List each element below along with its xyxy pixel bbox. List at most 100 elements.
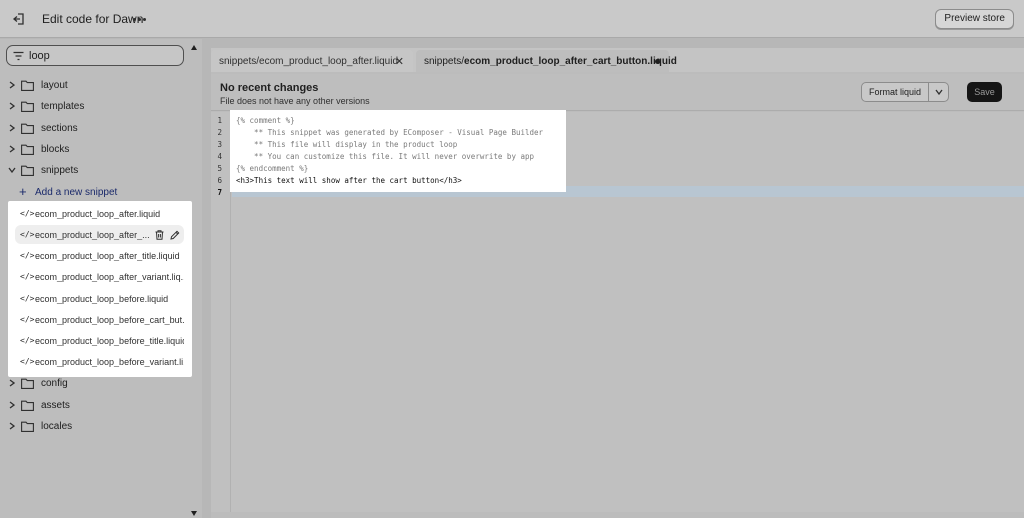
code-line: ** This snippet was generated by ECompos…: [236, 128, 544, 137]
snippet-item[interactable]: </> ecom_product_loop_before_title.liqui…: [15, 331, 184, 350]
chevron-right-icon: [8, 401, 16, 409]
folder-open-icon: [21, 165, 34, 176]
line-number: 6: [217, 176, 222, 185]
code-editor[interactable]: 1 2 3 4 5 6 7 {% comment %} ** This snip…: [211, 110, 1024, 512]
snippet-label: ecom_product_loop_before_title.liquid: [35, 335, 184, 346]
folder-label: assets: [41, 399, 70, 411]
line-number: 5: [217, 164, 222, 173]
scroll-down-arrow-icon[interactable]: [191, 511, 197, 516]
folder-assets[interactable]: assets: [0, 396, 200, 414]
trash-icon[interactable]: [154, 229, 164, 240]
line-number: 4: [217, 152, 222, 161]
snippet-item[interactable]: </> ecom_product_loop_after_variant.liq.…: [15, 267, 184, 286]
chevron-right-icon: [8, 124, 16, 132]
more-horizontal-icon[interactable]: [130, 11, 148, 27]
code-line: {% comment %}: [236, 116, 295, 125]
line-number: 1: [217, 116, 222, 125]
snippet-item[interactable]: </> ecom_product_loop_after_title.liquid: [15, 246, 184, 265]
tab-bar: snippets/ecom_product_loop_after.liquid …: [211, 48, 1024, 72]
folder-icon: [21, 144, 34, 155]
folder-icon: [21, 80, 34, 91]
folder-label: sections: [41, 122, 78, 134]
chevron-right-icon: [8, 379, 16, 387]
code-file-icon: </>: [20, 230, 35, 239]
tab-ecom-product-loop-after-cart-button[interactable]: snippets/ecom_product_loop_after_cart_bu…: [416, 50, 677, 72]
editor-pane: snippets/ecom_product_loop_after.liquid …: [211, 48, 1024, 518]
snippet-label: ecom_product_loop_after_variant.liq...: [35, 271, 184, 282]
code-file-icon: </>: [20, 315, 35, 324]
pencil-icon[interactable]: [170, 229, 180, 240]
snippet-label: ecom_product_loop_after_title.liquid: [35, 250, 180, 261]
line-number: 2: [217, 128, 222, 137]
chevron-right-icon: [8, 102, 16, 110]
snippet-item[interactable]: </> ecom_product_loop_before_cart_but...: [15, 310, 184, 329]
snippet-item[interactable]: </> ecom_product_loop_after.liquid: [15, 204, 184, 223]
add-snippet-link[interactable]: + Add a new snippet: [19, 185, 117, 199]
folder-layout[interactable]: layout: [0, 76, 200, 94]
tab-label: snippets/ecom_product_loop_after.liquid: [219, 55, 399, 67]
code-file-icon: </>: [20, 294, 35, 303]
code-line: <h3>This text will show after the cart b…: [236, 176, 462, 185]
folder-label: snippets: [41, 164, 79, 176]
tab-label-prefix: snippets/: [424, 55, 465, 67]
scroll-up-arrow-icon[interactable]: [191, 45, 197, 50]
code-line: ** You can customize this file. It will …: [236, 152, 535, 161]
code-line: {% endcomment %}: [236, 164, 309, 173]
search-input[interactable]: [29, 48, 179, 63]
folder-label: config: [41, 377, 68, 389]
version-status-subtitle: File does not have any other versions: [220, 96, 370, 106]
exit-icon[interactable]: [10, 10, 28, 28]
folder-snippets[interactable]: snippets: [0, 161, 200, 179]
version-status-title: No recent changes: [220, 82, 319, 94]
folder-sections[interactable]: sections: [0, 119, 200, 137]
code-line: ** This file will display in the product…: [236, 140, 458, 149]
chevron-right-icon: [8, 145, 16, 153]
snippet-item[interactable]: </> ecom_product_loop_before_variant.li.…: [15, 352, 184, 371]
folder-label: templates: [41, 100, 85, 112]
line-number: 3: [217, 140, 222, 149]
unsaved-dot-icon: [655, 59, 660, 64]
line-number-gutter: 1 2 3 4 5 6 7: [211, 112, 231, 512]
folder-templates[interactable]: templates: [0, 97, 200, 115]
add-snippet-label: Add a new snippet: [35, 186, 118, 198]
format-liquid-button[interactable]: Format liquid: [861, 82, 950, 102]
plus-icon: +: [19, 184, 27, 199]
snippet-item-active[interactable]: </> ecom_product_loop_after_...: [15, 225, 184, 244]
snippet-label: ecom_product_loop_before_cart_but...: [35, 314, 184, 325]
snippet-label: ecom_product_loop_after_...: [35, 229, 150, 240]
folder-label: locales: [41, 420, 73, 432]
snippet-label: ecom_product_loop_before_variant.li...: [35, 356, 184, 367]
folder-icon: [21, 400, 34, 411]
editor-header: No recent changes File does not have any…: [211, 74, 1024, 111]
code-file-icon: </>: [20, 251, 35, 260]
chevron-down-icon[interactable]: [928, 83, 948, 101]
chevron-down-icon: [8, 166, 16, 174]
folder-icon: [21, 421, 34, 432]
folder-icon: [21, 123, 34, 134]
close-icon[interactable]: ✕: [395, 55, 404, 68]
preview-store-button[interactable]: Preview store: [935, 9, 1014, 29]
save-button[interactable]: Save: [967, 82, 1002, 102]
snippet-label: ecom_product_loop_after.liquid: [35, 208, 161, 219]
folder-blocks[interactable]: blocks: [0, 140, 200, 158]
folder-label: blocks: [41, 143, 70, 155]
top-bar: Edit code for Dawn Preview store: [0, 0, 1024, 38]
chevron-right-icon: [8, 422, 16, 430]
tab-label-file: ecom_product_loop_after_cart_button.liqu…: [464, 55, 677, 67]
folder-locales[interactable]: locales: [0, 417, 200, 435]
line-number-current: 7: [217, 188, 222, 197]
snippet-list: </> ecom_product_loop_after.liquid </> e…: [8, 201, 192, 377]
tab-ecom-product-loop-after[interactable]: snippets/ecom_product_loop_after.liquid …: [211, 50, 413, 72]
snippet-item[interactable]: </> ecom_product_loop_before.liquid: [15, 289, 184, 308]
code-file-icon: </>: [20, 209, 35, 218]
folder-label: layout: [41, 79, 68, 91]
snippet-label: ecom_product_loop_before.liquid: [35, 293, 169, 304]
search-box[interactable]: [6, 45, 184, 66]
format-liquid-label[interactable]: Format liquid: [862, 83, 928, 101]
folder-icon: [21, 378, 34, 389]
chevron-right-icon: [8, 81, 16, 89]
filter-icon: [13, 51, 24, 61]
folder-icon: [21, 101, 34, 112]
code-file-icon: </>: [20, 272, 35, 281]
app-title: Edit code for Dawn: [42, 12, 144, 26]
